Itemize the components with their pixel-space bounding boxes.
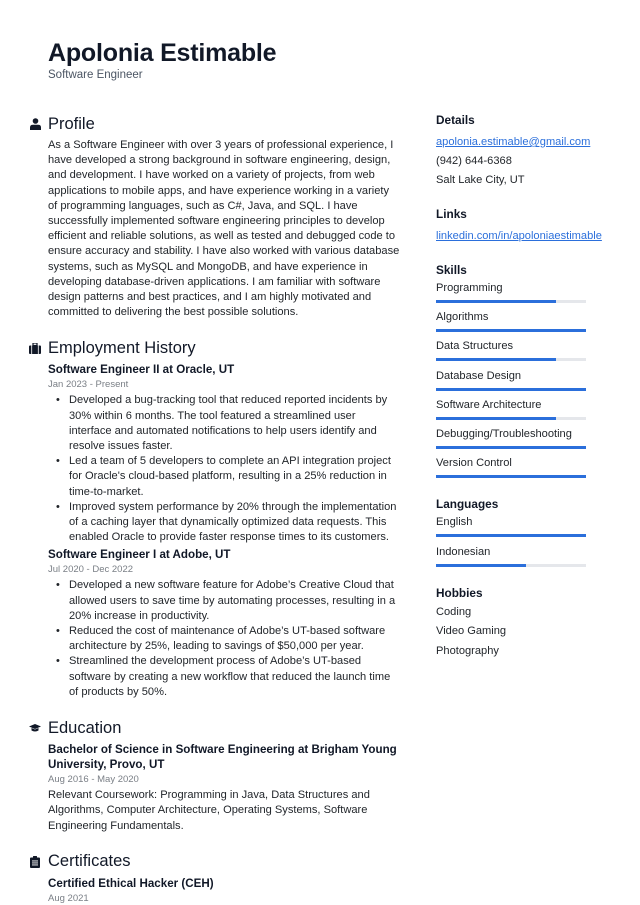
job-bullet: Streamlined the development process of A… xyxy=(56,654,400,700)
languages-section: Languages English Indonesian xyxy=(436,496,596,573)
language-label: Indonesian xyxy=(436,545,491,558)
job-entry: Software Engineer II at Oracle, UT Jan 20… xyxy=(48,362,400,545)
skill-item: Software Architecture xyxy=(436,398,596,427)
job-bullet: Developed a new software feature for Ado… xyxy=(56,578,400,624)
language-level-fill xyxy=(436,534,586,538)
person-icon xyxy=(29,118,41,130)
hobby-item: Coding xyxy=(436,605,472,618)
language-level-fill xyxy=(436,563,526,567)
skill-level-fill xyxy=(436,387,586,391)
skill-level-bar xyxy=(436,475,586,479)
education-heading: Education xyxy=(48,718,122,737)
certificates-heading: Certificates xyxy=(48,852,131,871)
skill-label: Version Control xyxy=(436,457,512,470)
language-level-bar xyxy=(436,563,586,567)
job-bullets: Developed a new software feature for Ado… xyxy=(56,578,400,700)
education-description: Relevant Coursework: Programming in Java… xyxy=(48,789,370,832)
certificate-date: Aug 2021 xyxy=(48,892,89,904)
job-title: Software Engineer II at Oracle, UT xyxy=(48,363,235,377)
skill-label: Data Structures xyxy=(436,340,514,353)
hobby-item: Video Gaming xyxy=(436,625,507,638)
language-label: English xyxy=(436,516,473,529)
skill-item: Data Structures xyxy=(436,339,596,368)
links-section: Links linkedin.com/in/apoloniaestimable xyxy=(436,206,602,246)
skill-label: Software Architecture xyxy=(436,398,542,411)
job-bullet: Led a team of 5 developers to complete a… xyxy=(56,454,400,500)
employment-heading: Employment History xyxy=(48,338,196,357)
job-date: Jan 2023 - Present xyxy=(48,379,129,391)
certificates-section: Certificates Certified Ethical Hacker (C… xyxy=(30,850,400,905)
skill-level-bar xyxy=(436,445,586,449)
profile-heading: Profile xyxy=(48,114,95,133)
main-column: Profile As a Software Engineer with over… xyxy=(29,112,400,905)
education-title: Bachelor of Science in Software Engineer… xyxy=(48,743,397,772)
skills-heading: Skills xyxy=(436,263,467,277)
skill-level-fill xyxy=(436,475,586,479)
job-bullet: Developed a bug-tracking tool that reduc… xyxy=(56,393,400,454)
job-title: Software Engineer I at Adobe, UT xyxy=(48,548,231,562)
skill-level-bar xyxy=(436,329,586,333)
languages-heading: Languages xyxy=(436,497,499,512)
certificate-item: Certified Ethical Hacker (CEH) Aug 2021 xyxy=(48,876,400,905)
language-item: Indonesian xyxy=(436,545,596,574)
hobbies-heading: Hobbies xyxy=(436,585,483,600)
skill-level-bar xyxy=(436,300,586,303)
education-date: Aug 2016 - May 2020 xyxy=(48,774,139,786)
education-item: Bachelor of Science in Software Engineer… xyxy=(48,742,400,834)
location: Salt Lake City, UT xyxy=(436,174,525,186)
skill-level-fill xyxy=(436,329,586,333)
language-level-bar xyxy=(436,534,586,538)
certificate-title: Certified Ethical Hacker (CEH) xyxy=(48,876,214,890)
skill-level-fill xyxy=(436,416,556,420)
skill-level-fill xyxy=(436,445,586,449)
skill-item: Database Design xyxy=(436,369,596,398)
skill-level-bar xyxy=(436,358,586,362)
clipboard-icon xyxy=(29,855,41,868)
skill-level-bar xyxy=(436,416,586,420)
resume-header: Apolonia Estimable Software Engineer xyxy=(48,38,277,82)
job-bullets: Developed a bug-tracking tool that reduc… xyxy=(56,393,400,545)
job-date: Jul 2020 - Dec 2022 xyxy=(48,564,134,576)
details-section: Details apolonia.estimable@gmail.com (94… xyxy=(436,112,596,190)
email-link[interactable]: apolonia.estimable@gmail.com xyxy=(436,133,596,152)
language-item: English xyxy=(436,515,596,544)
briefcase-icon xyxy=(29,342,41,354)
phone-number: (942) 644-6368 xyxy=(436,155,512,167)
skill-label: Programming xyxy=(436,282,503,294)
graduation-cap-icon xyxy=(29,722,41,734)
hobbies-section: Hobbies Coding Video Gaming Photography xyxy=(436,585,596,662)
skill-item: Programming xyxy=(436,281,596,310)
skill-item: Version Control xyxy=(436,456,596,485)
linkedin-link[interactable]: linkedin.com/in/apoloniaestimable xyxy=(436,227,602,246)
candidate-name: Apolonia Estimable xyxy=(48,39,277,67)
skill-level-fill xyxy=(436,358,556,362)
skill-item: Algorithms xyxy=(436,310,596,339)
hobby-item: Photography xyxy=(436,644,499,657)
skills-section: Skills Programming Algorithms Data Structu… xyxy=(436,262,596,485)
skill-label: Database Design xyxy=(436,369,522,382)
sidebar-column: Details apolonia.estimable@gmail.com (94… xyxy=(436,112,602,677)
job-bullet: Reduced the cost of maintenance of Adobe… xyxy=(56,624,400,654)
profile-section: Profile As a Software Engineer with over… xyxy=(29,112,400,320)
job-bullet: Improved system performance by 20% throu… xyxy=(56,500,400,546)
profile-text: As a Software Engineer with over 3 years… xyxy=(48,139,400,319)
candidate-title: Software Engineer xyxy=(48,69,143,81)
skill-label: Algorithms xyxy=(436,311,489,324)
links-heading: Links xyxy=(436,207,467,221)
skill-level-fill xyxy=(436,300,556,303)
employment-section: Employment History Software Engineer II … xyxy=(29,336,400,700)
skill-item: Debugging/Troubleshooting xyxy=(436,427,596,456)
education-section: Education Bachelor of Science in Softwar… xyxy=(29,716,400,834)
skill-level-bar xyxy=(436,387,586,391)
skill-label: Debugging/Troubleshooting xyxy=(436,427,572,440)
job-entry: Software Engineer I at Adobe, UT Jul 2020… xyxy=(48,547,400,700)
details-heading: Details xyxy=(436,113,475,127)
